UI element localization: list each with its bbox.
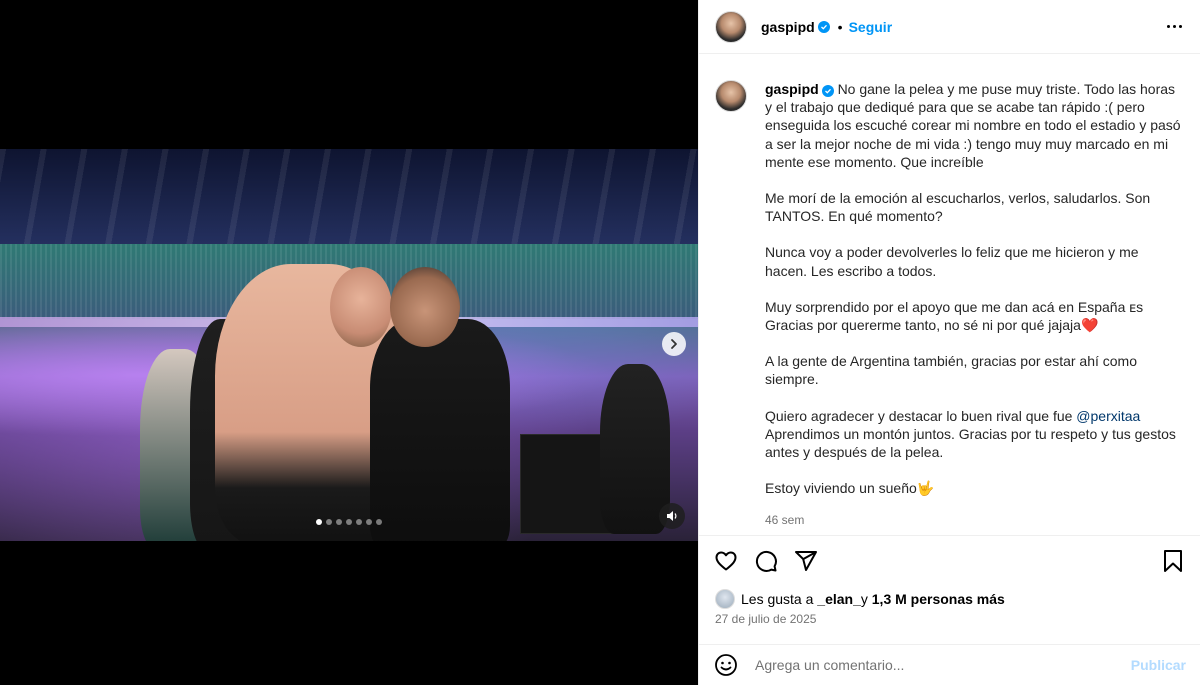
post-pane: gaspipd • Seguir gaspipd No gane la pele… — [698, 0, 1200, 685]
share-button[interactable] — [793, 548, 819, 574]
carousel-dot — [316, 519, 322, 525]
like-button[interactable] — [713, 548, 739, 574]
post-photo[interactable] — [0, 149, 698, 541]
caption-text: Aprendimos un montón juntos. Gracias por… — [765, 425, 1176, 461]
liker-avatar[interactable] — [715, 589, 735, 609]
follow-button[interactable]: Seguir — [849, 19, 893, 35]
more-options-button[interactable] — [1165, 19, 1184, 34]
mention-link[interactable]: @perxitaa — [1076, 408, 1140, 424]
author-avatar[interactable] — [715, 10, 747, 43]
coach-head — [390, 267, 460, 347]
likes-prefix: Les gusta a — [741, 591, 814, 607]
carousel-dot — [346, 519, 352, 525]
emoji-icon — [715, 654, 737, 676]
caption-paragraph: Quiero agradecer y destacar lo buen riva… — [765, 407, 1184, 462]
likes-count[interactable]: 1,3 M personas más — [872, 591, 1005, 607]
carousel-dots — [316, 519, 382, 525]
caption-area: gaspipd No gane la pelea y me puse muy t… — [699, 54, 1200, 534]
save-button[interactable] — [1160, 548, 1186, 574]
coach-figure — [370, 319, 510, 541]
more-icon — [1167, 25, 1170, 28]
caption-paragraph: Muy sorprendido por el apoyo que me dan … — [765, 298, 1144, 334]
emoji-button[interactable] — [713, 652, 739, 678]
share-icon — [795, 550, 817, 571]
author-info: gaspipd • Seguir — [761, 19, 892, 35]
caption-avatar[interactable] — [715, 80, 747, 112]
comment-bar: Publicar — [699, 644, 1200, 685]
caption-paragraph: Nunca voy a poder devolverles lo feliz q… — [765, 244, 1139, 279]
action-bar — [699, 535, 1200, 585]
comment-button[interactable] — [753, 548, 779, 574]
caption-text: Quiero agradecer y destacar lo buen riva… — [765, 407, 1077, 424]
speaker-icon — [667, 511, 677, 521]
chevron-right-icon — [671, 339, 677, 349]
caption-paragraph: A la gente de Argentina también, gracias… — [765, 353, 1138, 388]
carousel-next-button[interactable] — [662, 332, 686, 356]
caption-username[interactable]: gaspipd — [765, 81, 819, 97]
likes-middle: y — [860, 591, 868, 607]
verified-badge-icon — [821, 85, 834, 97]
person-right — [600, 364, 670, 534]
likes-summary: Les gusta a _elan_ y 1,3 M personas más — [715, 589, 1005, 609]
publish-button[interactable]: Publicar — [1131, 657, 1186, 673]
bookmark-icon — [1164, 549, 1182, 572]
author-username[interactable]: gaspipd — [761, 19, 815, 35]
carousel-dot — [366, 519, 372, 525]
comment-input[interactable] — [755, 657, 1131, 673]
heart-icon — [715, 551, 737, 570]
post-date: 27 de julio de 2025 — [715, 612, 817, 626]
boxer-head — [330, 267, 392, 347]
liker-username[interactable]: _elan_ — [817, 591, 861, 607]
post-header: gaspipd • Seguir — [699, 0, 1200, 54]
comment-icon — [755, 550, 777, 572]
media-pane — [0, 0, 698, 685]
carousel-dot — [356, 519, 362, 525]
carousel-dot — [376, 519, 382, 525]
post-time-ago[interactable]: 46 sem — [765, 511, 1184, 529]
caption-paragraph: Estoy viviendo un sueño🤟 — [765, 480, 935, 497]
header-separator: • — [837, 18, 843, 35]
caption-paragraph: gaspipd No gane la pelea y me puse muy t… — [765, 80, 1184, 171]
carousel-dot — [326, 519, 332, 525]
instagram-post-modal: gaspipd • Seguir gaspipd No gane la pele… — [0, 0, 1200, 685]
stadium-roof — [0, 149, 698, 249]
carousel-dot — [336, 519, 342, 525]
verified-badge-icon — [817, 20, 830, 33]
mute-button[interactable] — [659, 503, 685, 529]
caption-paragraph: Me morí de la emoción al escucharlos, ve… — [765, 190, 1151, 225]
caption-body: gaspipd No gane la pelea y me puse muy t… — [765, 80, 1184, 534]
